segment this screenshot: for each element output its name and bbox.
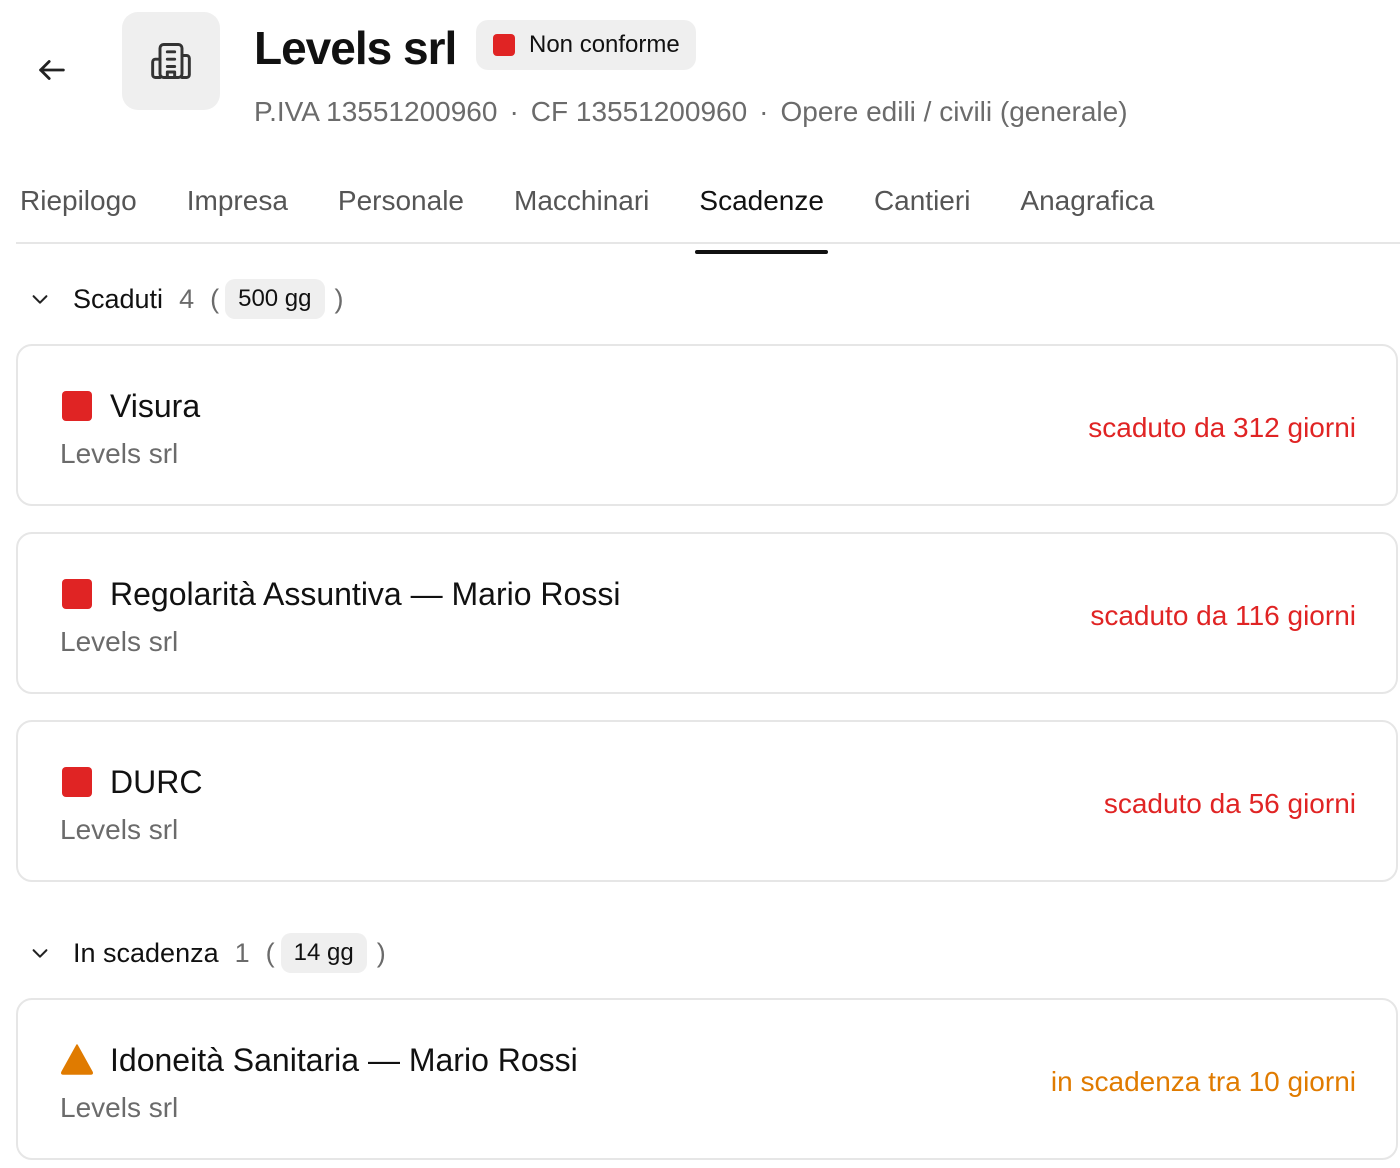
- status-square-icon: [493, 34, 515, 56]
- card-status: scaduto da 312 giorni: [1088, 412, 1356, 443]
- warning-triangle-icon: [60, 1044, 94, 1075]
- tab-anagrafica[interactable]: Anagrafica: [1016, 172, 1158, 242]
- deadline-card[interactable]: DURC Levels srl scaduto da 56 giorni: [16, 720, 1398, 882]
- card-status: scaduto da 116 giorni: [1090, 600, 1356, 631]
- section-title: In scadenza: [73, 937, 219, 968]
- card-title: Regolarità Assuntiva — Mario Rossi: [110, 576, 621, 612]
- card-subtitle: Levels srl: [60, 438, 179, 469]
- tab-riepilogo[interactable]: Riepilogo: [16, 172, 141, 242]
- card-title: Idoneità Sanitaria — Mario Rossi: [110, 1042, 578, 1078]
- company-meta: P.IVA 13551200960 · CF 13551200960 · Opere e…: [254, 92, 1128, 132]
- card-subtitle: Levels srl: [60, 626, 179, 657]
- meta-separator: ·: [509, 96, 519, 127]
- red-square-icon: [62, 767, 92, 797]
- section-count: 4: [179, 283, 195, 314]
- status-label: Non conforme: [529, 31, 680, 58]
- compliance-status-badge: Non conforme: [476, 20, 696, 70]
- paren-open: (: [210, 283, 220, 314]
- card-subtitle: Levels srl: [60, 814, 179, 845]
- red-square-icon: [62, 391, 92, 421]
- tax-code: CF 13551200960: [530, 96, 748, 127]
- section-title: Scaduti: [73, 283, 164, 314]
- card-title: Visura: [110, 388, 201, 424]
- tab-bar: Riepilogo Impresa Personale Macchinari S…: [16, 172, 1400, 254]
- red-square-icon: [62, 579, 92, 609]
- arrow-left-icon: [39, 60, 65, 80]
- chevron-down-icon[interactable]: [28, 287, 52, 311]
- chevron-down-icon[interactable]: [28, 941, 52, 965]
- page-header: Levels srl Non conforme P.IVA 1355120096…: [0, 0, 1400, 150]
- section-header-expired[interactable]: Scaduti 4 ( 500 gg ): [28, 274, 344, 324]
- meta-separator: ·: [759, 96, 769, 127]
- paren-close: ): [376, 937, 386, 968]
- building-icon: [151, 43, 191, 79]
- tab-scadenze[interactable]: Scadenze: [695, 172, 828, 254]
- company-name: Levels srl: [254, 22, 457, 74]
- section-count: 1: [234, 937, 250, 968]
- tab-personale[interactable]: Personale: [334, 172, 468, 242]
- card-title: DURC: [110, 764, 203, 800]
- card-status: in scadenza tra 10 giorni: [1050, 1066, 1356, 1097]
- vat-number: P.IVA 13551200960: [254, 96, 498, 127]
- section-header-expiring[interactable]: In scadenza 1 ( 14 gg ): [28, 928, 386, 978]
- tab-impresa[interactable]: Impresa: [183, 172, 292, 242]
- company-avatar: [122, 12, 220, 110]
- days-chip: 500 gg: [225, 279, 325, 319]
- tab-cantieri[interactable]: Cantieri: [870, 172, 974, 242]
- tab-macchinari[interactable]: Macchinari: [510, 172, 653, 242]
- deadline-card[interactable]: Visura Levels srl scaduto da 312 giorni: [16, 344, 1398, 506]
- company-category: Opere edili / civili (generale): [780, 96, 1128, 127]
- paren-close: ): [334, 283, 344, 314]
- back-button[interactable]: [28, 46, 76, 94]
- deadline-card[interactable]: Regolarità Assuntiva — Mario Rossi Level…: [16, 532, 1398, 694]
- paren-open: (: [265, 937, 275, 968]
- deadline-card[interactable]: Idoneità Sanitaria — Mario Rossi Levels …: [16, 998, 1398, 1160]
- days-chip: 14 gg: [280, 933, 367, 973]
- card-subtitle: Levels srl: [60, 1092, 179, 1123]
- card-status: scaduto da 56 giorni: [1103, 788, 1356, 819]
